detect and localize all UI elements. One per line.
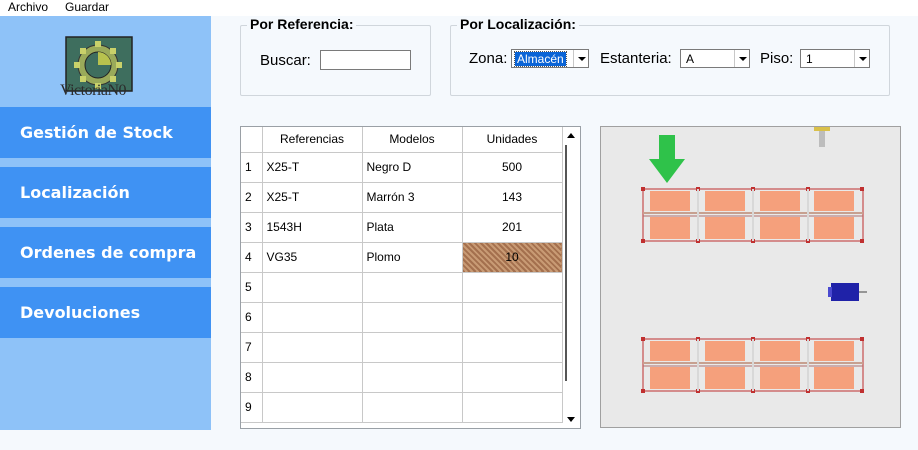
table-row[interactable]: 9 (241, 392, 563, 423)
cell-referencia[interactable] (262, 392, 363, 423)
cell-modelo[interactable]: Marrón 3 (362, 182, 463, 213)
table-row[interactable]: 5 (241, 272, 563, 303)
shelf-label: Estanteria: (600, 50, 672, 67)
warehouse-map[interactable] (601, 127, 900, 427)
reference-group-title: Por Referencia: (247, 16, 357, 32)
menu-guardar[interactable]: Guardar (65, 0, 109, 14)
sidebar-item-localizacion[interactable]: Localización (0, 167, 211, 218)
cell-unidades[interactable]: 500 (462, 152, 563, 183)
cell-unidades[interactable]: 201 (462, 212, 563, 243)
cell-referencia[interactable] (262, 272, 363, 303)
cell-referencia[interactable] (262, 362, 363, 393)
cell-referencia[interactable]: X25-T (262, 182, 363, 213)
table-row[interactable]: 3 1543H Plata 201 (241, 212, 563, 243)
table-scrollbar[interactable] (563, 127, 580, 428)
cell-unidades[interactable] (462, 302, 563, 333)
scroll-thumb[interactable] (565, 145, 567, 381)
cell-referencia[interactable]: 1543H (262, 212, 363, 243)
stock-table[interactable]: Referencias Modelos Unidades 1 X25-T Neg… (240, 126, 581, 429)
table-row[interactable]: 1 X25-T Negro D 500 (241, 152, 563, 183)
floor-value: 1 (806, 52, 813, 66)
cell-unidades[interactable] (462, 362, 563, 393)
sidebar-item-devoluciones[interactable]: Devoluciones (0, 287, 211, 338)
row-number: 9 (241, 392, 263, 423)
col-header-modelos[interactable]: Modelos (362, 127, 463, 153)
table-row[interactable]: 4 VG35 Plomo 10 (241, 242, 563, 273)
row-number: 7 (241, 332, 263, 363)
cell-modelo[interactable] (362, 392, 463, 423)
row-number: 5 (241, 272, 263, 303)
cell-modelo[interactable] (362, 332, 463, 363)
chevron-down-icon[interactable] (854, 50, 869, 67)
logo-text: VictoriaN0 (60, 82, 127, 99)
cell-unidades[interactable]: 143 (462, 182, 563, 213)
zone-value: Almacén (514, 51, 567, 67)
row-number: 6 (241, 302, 263, 333)
col-header-referencias[interactable]: Referencias (262, 127, 363, 153)
row-number: 1 (241, 152, 263, 183)
cell-modelo[interactable]: Negro D (362, 152, 463, 183)
cell-referencia[interactable] (262, 302, 363, 333)
table-header-row: Referencias Modelos Unidades (241, 127, 563, 153)
col-header-unidades[interactable]: Unidades (462, 127, 563, 153)
row-number: 2 (241, 182, 263, 213)
cell-unidades[interactable] (462, 332, 563, 363)
cell-unidades[interactable] (462, 392, 563, 423)
table-row[interactable]: 2 X25-T Marrón 3 143 (241, 182, 563, 213)
row-number: 3 (241, 212, 263, 243)
cell-modelo[interactable]: Plomo (362, 242, 463, 273)
location-group: Por Localización: Zona: Almacén Estanter… (450, 16, 890, 96)
table-row[interactable]: 6 (241, 302, 563, 333)
shelf-select[interactable]: A (680, 49, 750, 68)
reference-group: Por Referencia: Buscar: (240, 16, 431, 96)
cell-modelo[interactable] (362, 272, 463, 303)
shelf-value: A (686, 52, 695, 66)
cell-unidades[interactable] (462, 272, 563, 303)
chevron-down-icon[interactable] (573, 50, 588, 67)
search-input[interactable] (320, 50, 411, 70)
cell-unidades-selected[interactable]: 10 (462, 242, 563, 273)
sidebar-item-stock[interactable]: Gestión de Stock (0, 107, 211, 158)
scroll-down-icon[interactable] (563, 411, 580, 428)
cell-referencia[interactable]: VG35 (262, 242, 363, 273)
table-row[interactable]: 7 (241, 332, 563, 363)
zone-label: Zona: (469, 50, 508, 67)
cell-modelo[interactable] (362, 302, 463, 333)
cell-referencia[interactable] (262, 332, 363, 363)
sidebar: VictoriaN0 Gestión de Stock Localización… (0, 16, 211, 430)
cell-modelo[interactable]: Plata (362, 212, 463, 243)
table-row[interactable]: 8 (241, 362, 563, 393)
search-label: Buscar: (260, 52, 311, 69)
menu-archivo[interactable]: Archivo (8, 0, 48, 14)
chevron-down-icon[interactable] (734, 50, 749, 67)
sidebar-item-ordenes[interactable]: Ordenes de compra (0, 227, 211, 278)
floor-label: Piso: (760, 50, 794, 67)
floor-select[interactable]: 1 (800, 49, 870, 68)
cell-modelo[interactable] (362, 362, 463, 393)
scroll-up-icon[interactable] (563, 127, 580, 144)
menu-bar: Archivo Guardar (0, 0, 918, 16)
cell-referencia[interactable]: X25-T (262, 152, 363, 183)
row-number: 8 (241, 362, 263, 393)
location-group-title: Por Localización: (457, 16, 579, 32)
row-number-header (241, 127, 263, 153)
zone-select[interactable]: Almacén (511, 49, 589, 68)
row-number: 4 (241, 242, 263, 273)
warehouse-view[interactable] (600, 126, 901, 428)
